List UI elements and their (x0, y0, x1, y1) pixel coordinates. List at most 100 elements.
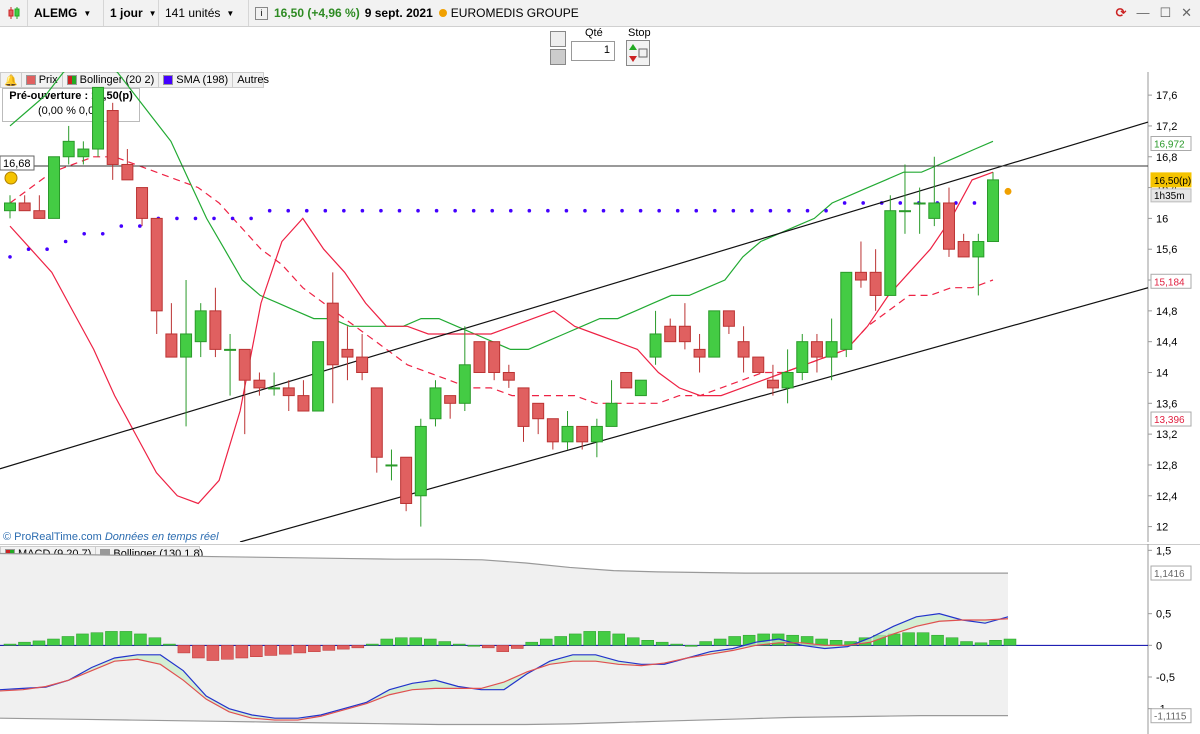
bb-upper-tag: 16,972 (1154, 140, 1185, 151)
units-label: 141 unités (165, 6, 221, 20)
sma-point (657, 208, 661, 213)
sma-point (471, 208, 476, 213)
histogram-bar (119, 631, 133, 646)
company-name: EUROMEDIS GROUPE (450, 6, 579, 20)
histogram-bar (626, 637, 640, 646)
histogram-bar (728, 636, 741, 646)
y-tick-label: 17,6 (1156, 90, 1177, 102)
candle-body (942, 202, 955, 250)
candle-body (385, 464, 398, 467)
sma-point (45, 247, 49, 252)
qty-input[interactable]: 1 (571, 41, 615, 61)
candle-body (165, 333, 178, 358)
sma-point (360, 208, 365, 213)
sma-point (453, 208, 457, 213)
candle-body (370, 387, 383, 458)
sma-point (490, 208, 495, 213)
candle-body (429, 387, 442, 420)
histogram-bar (192, 645, 205, 659)
settings-wrench-icon[interactable] (550, 31, 566, 47)
y-tick-label: 0,5 (1156, 609, 1171, 621)
y-tick-label: 15,6 (1156, 244, 1177, 256)
candle-body (400, 456, 413, 504)
histogram-bar (902, 632, 915, 646)
sma-point (750, 208, 754, 213)
candle-body (664, 325, 677, 343)
minimize-icon[interactable]: — (1136, 5, 1149, 21)
y-tick-label: 16,8 (1156, 152, 1177, 164)
histogram-bar (351, 645, 365, 649)
histogram-bar (568, 633, 582, 646)
histogram-bar (931, 634, 944, 646)
candle-body (928, 202, 941, 219)
histogram-bar (467, 645, 481, 647)
candlestick-icon (8, 7, 19, 19)
histogram-bar (597, 631, 611, 646)
histogram-bar (221, 645, 234, 660)
histogram-bar (510, 645, 524, 649)
chevron-down-icon: ▼ (148, 8, 157, 18)
candle-body (810, 341, 823, 358)
histogram-bar (916, 632, 930, 646)
candle-body (840, 271, 853, 350)
units-selector[interactable]: 141 unités ▼ (159, 0, 249, 26)
histogram-bar (641, 640, 654, 646)
price-chart[interactable]: 17,617,216,816,41615,615,214,814,41413,6… (0, 72, 1200, 542)
histogram-bar (960, 641, 973, 646)
ticker-selector[interactable]: ALEMG ▼ (28, 0, 104, 26)
histogram-bar (945, 637, 959, 646)
stop-order-button[interactable] (626, 40, 650, 66)
bb-lower-tag: 15,184 (1154, 277, 1185, 288)
histogram-bar (206, 645, 220, 661)
candle-body (253, 379, 266, 389)
candle-body (532, 402, 545, 420)
histogram-bar (453, 643, 466, 646)
candle-body (605, 402, 618, 427)
histogram-bar (829, 640, 843, 646)
candle-body (708, 310, 721, 358)
sma-point (768, 208, 773, 213)
candle-body (4, 202, 16, 212)
sma-point (26, 247, 31, 252)
candle-body (898, 210, 911, 213)
current-price-dot (1004, 187, 1012, 195)
sma-point (675, 208, 680, 213)
period-selector[interactable]: 1 jour ▼ (104, 0, 159, 26)
chevron-down-icon: ▼ (226, 8, 235, 18)
maximize-icon[interactable]: ☐ (1159, 5, 1171, 21)
histogram-bar (713, 638, 727, 646)
sma-point (304, 208, 309, 213)
histogram-bar (177, 645, 191, 654)
macd-chart[interactable]: 1,50,50-0,5-11,1416-1,1115 (0, 544, 1200, 734)
sma-point (193, 216, 198, 221)
chart-type-selector[interactable] (0, 0, 28, 26)
candle-body (869, 271, 882, 296)
candle-body (957, 241, 970, 258)
sma-point (898, 201, 903, 205)
quote-date: 9 sept. 2021 (364, 6, 433, 20)
candle-body (722, 310, 735, 327)
histogram-bar (76, 633, 89, 646)
histogram-bar (1003, 638, 1017, 646)
histogram-bar (3, 643, 17, 646)
sma-point (138, 224, 142, 228)
band-upper-tag: 1,1416 (1154, 569, 1185, 580)
refresh-icon[interactable]: ⟳ (1116, 5, 1127, 21)
sma-point (824, 208, 828, 213)
y-tick-label: 12,4 (1156, 491, 1177, 503)
close-icon[interactable]: ✕ (1181, 5, 1192, 21)
qty-label: Qté (585, 27, 603, 39)
histogram-bar (148, 637, 162, 646)
histogram-bar (18, 641, 31, 646)
info-icon[interactable]: i (255, 6, 268, 20)
candle-body (136, 187, 149, 219)
keyboard-icon[interactable] (550, 49, 566, 65)
candle-body (502, 371, 515, 381)
candle-body (781, 371, 794, 389)
candle-body (180, 333, 193, 358)
histogram-bar (61, 636, 75, 646)
histogram-bar (583, 631, 596, 646)
sma-point (731, 208, 736, 213)
y-tick-label: 14,4 (1156, 337, 1177, 349)
histogram-bar (409, 637, 423, 646)
